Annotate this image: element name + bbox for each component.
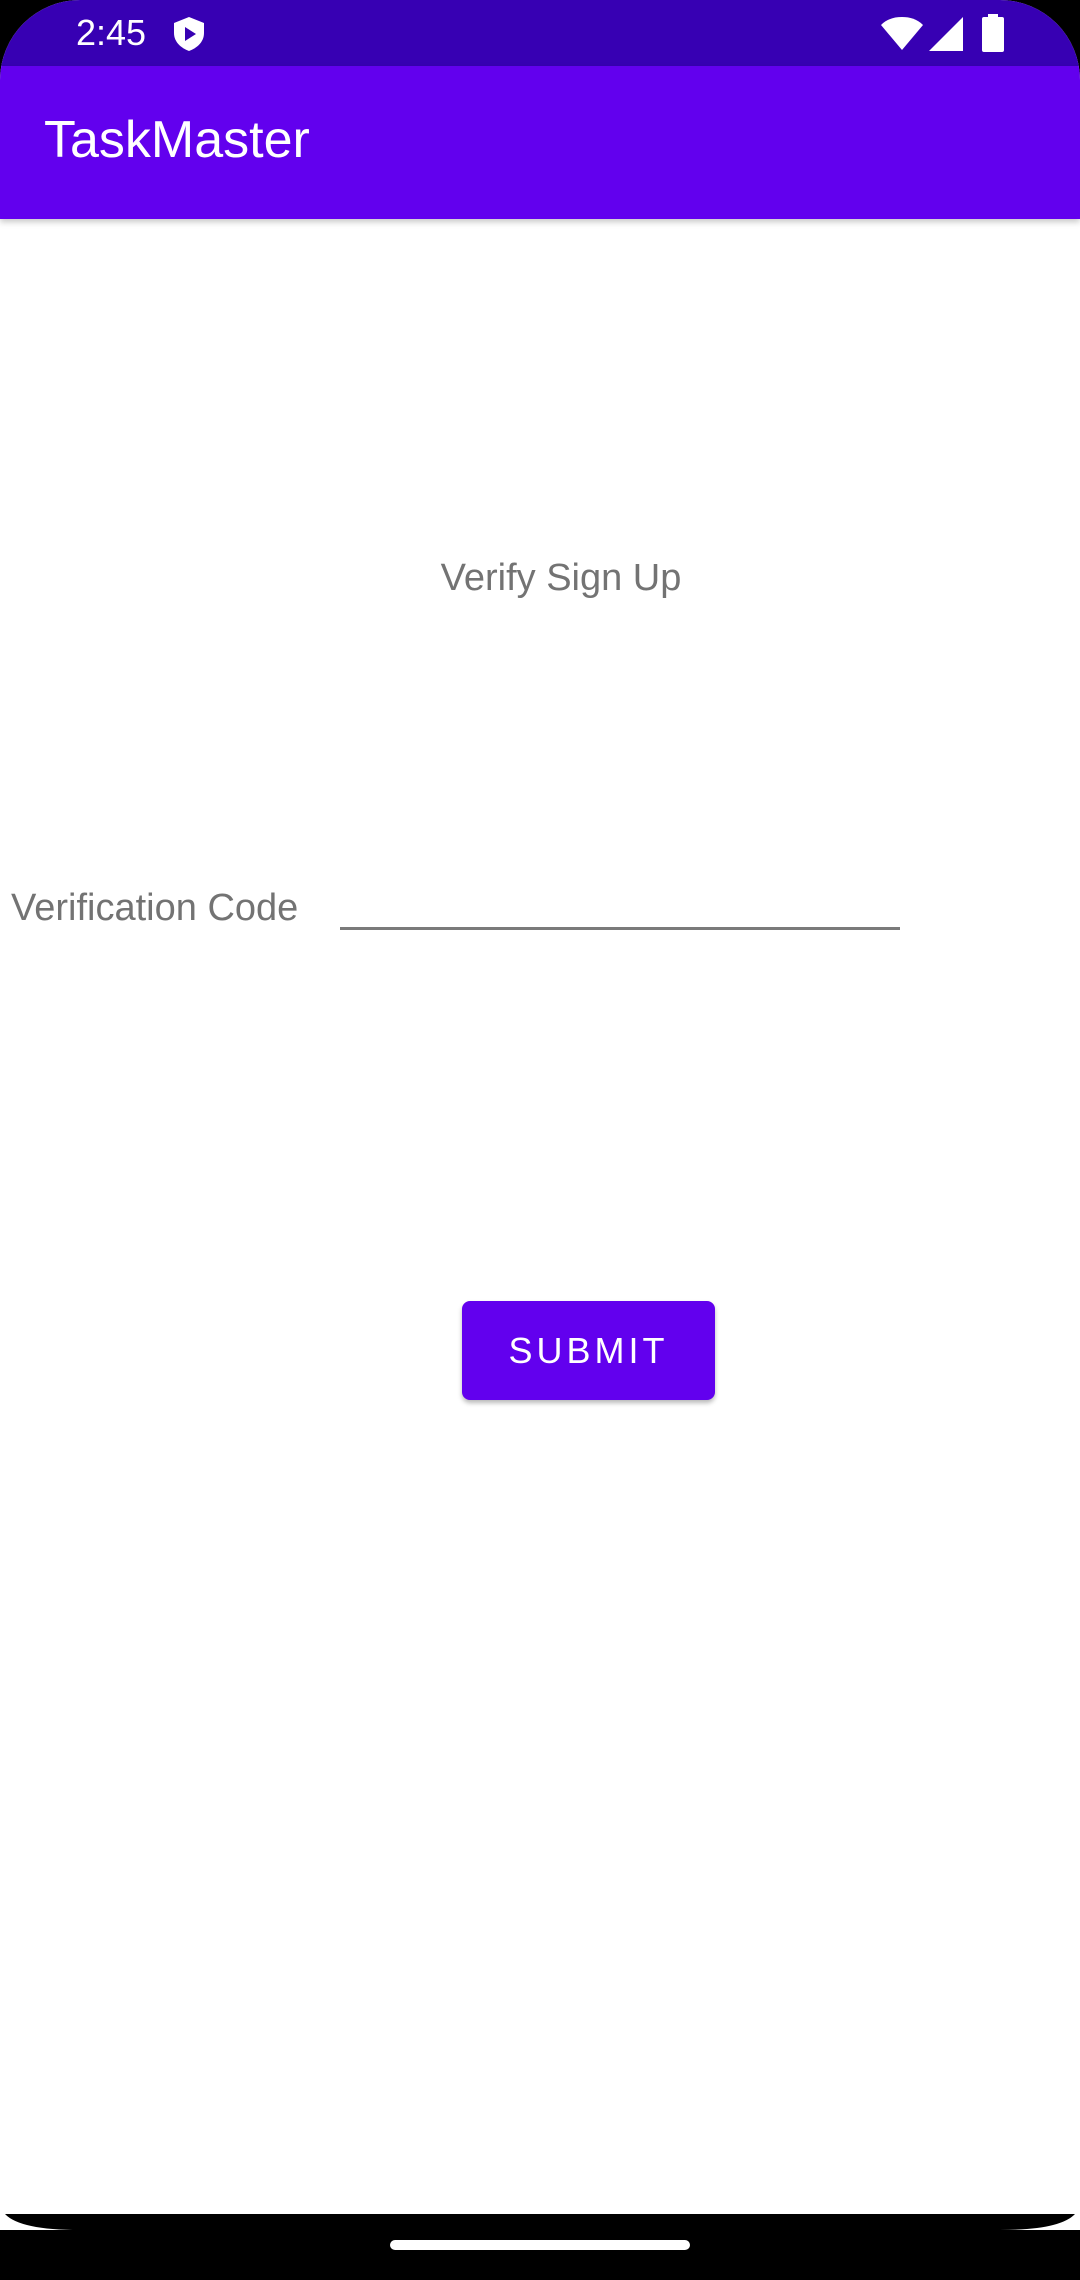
status-bar: 2:45 bbox=[0, 0, 1080, 66]
app-title: TaskMaster bbox=[44, 111, 310, 169]
verification-code-label: Verification Code bbox=[11, 887, 299, 929]
page-heading: Verify Sign Up bbox=[440, 557, 682, 599]
status-time: 2:45 bbox=[76, 12, 147, 53]
wifi-icon bbox=[881, 17, 923, 50]
cell-signal-icon bbox=[929, 17, 963, 51]
app-bar: TaskMaster bbox=[0, 66, 1080, 219]
submit-button[interactable]: SUBMIT bbox=[462, 1301, 715, 1400]
screen-corner-mask bbox=[0, 2214, 1080, 2230]
home-gesture-handle[interactable] bbox=[390, 2240, 690, 2250]
shield-play-icon bbox=[174, 17, 204, 51]
verification-code-input[interactable] bbox=[340, 870, 900, 930]
app-screen: 2:45 TaskMaster Verify Sign Up Verificat… bbox=[0, 0, 1080, 2280]
battery-icon bbox=[982, 14, 1004, 52]
